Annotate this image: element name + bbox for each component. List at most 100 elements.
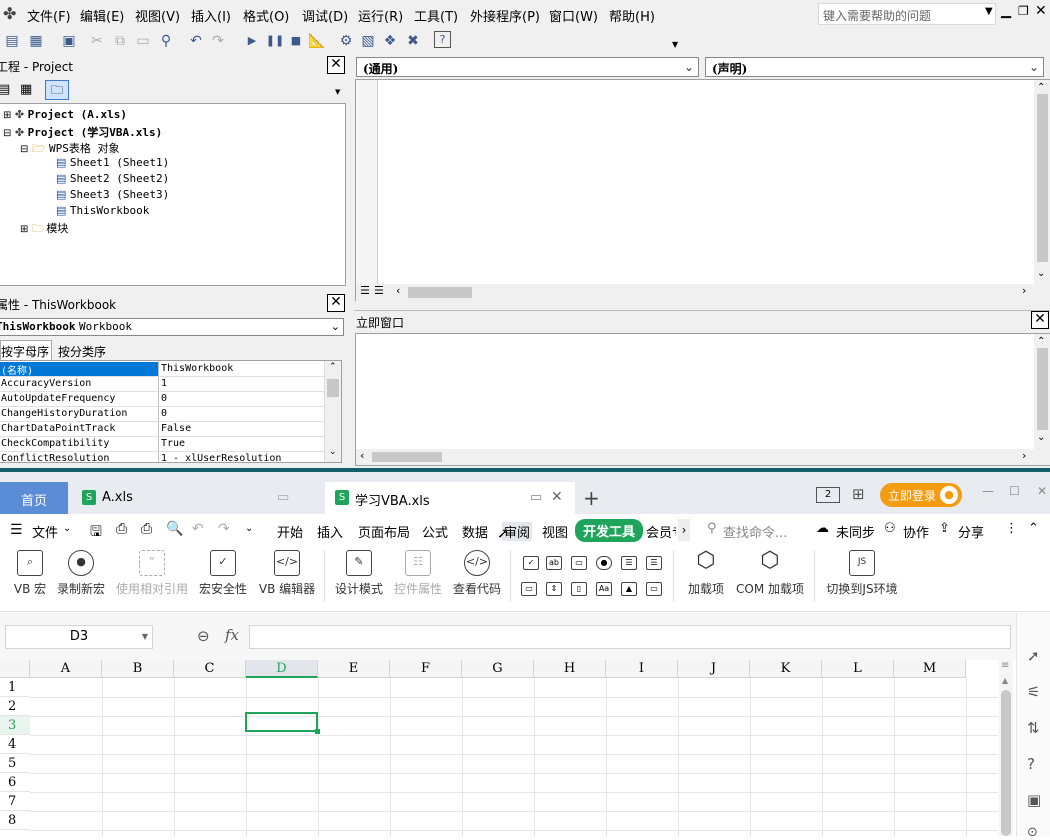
immediate-window-text[interactable]: ⌃ ⌄ ‹ › xyxy=(355,333,1050,466)
menu-run[interactable]: 运行(R) xyxy=(358,6,403,25)
scroll-up-icon[interactable]: ⌃ xyxy=(329,362,337,372)
row-header-5[interactable]: 5 xyxy=(0,754,30,773)
column-header-e[interactable]: E xyxy=(318,660,390,678)
row-header-7[interactable]: 7 xyxy=(0,792,30,811)
scroll-right-icon[interactable]: › xyxy=(1022,449,1026,462)
tab-data[interactable]: 数据 xyxy=(462,522,488,541)
collaborate-button[interactable]: 协作 xyxy=(903,522,929,541)
close-icon[interactable]: ✕ xyxy=(1035,3,1047,19)
image-control-icon[interactable]: ▲ xyxy=(621,582,637,596)
formula-input[interactable] xyxy=(249,625,1011,649)
row-header-2[interactable]: 2 xyxy=(0,697,30,716)
design-mode-icon[interactable]: 📐 xyxy=(307,31,327,51)
scroll-thumb[interactable] xyxy=(327,379,339,397)
toolbar-options-icon[interactable]: ▼ xyxy=(672,40,678,49)
tab-study-vba[interactable]: S 学习VBA.xls ▭ ✕ xyxy=(325,482,575,514)
column-header-d[interactable]: D xyxy=(246,660,318,678)
insert-userform-icon[interactable]: ▦ xyxy=(26,31,46,51)
view-code-icon[interactable]: ▤ xyxy=(0,82,10,97)
vb-macro-button[interactable]: ⌕ VB 宏 xyxy=(10,550,50,597)
share-button[interactable]: 分享 xyxy=(958,522,984,541)
control-properties-button[interactable]: ☷ 控件属性 xyxy=(391,550,445,597)
view-code-button[interactable]: </> 查看代码 xyxy=(450,550,504,597)
spin-control-icon[interactable]: ⇕ xyxy=(546,582,562,596)
minimize-icon[interactable]: — xyxy=(982,484,994,498)
menu-window[interactable]: 窗口(W) xyxy=(549,6,598,25)
scroll-left-icon[interactable]: ‹ xyxy=(360,449,364,462)
scroll-left-icon[interactable]: ‹ xyxy=(396,284,400,297)
macro-security-button[interactable]: ✓ 宏安全性 xyxy=(196,550,250,597)
tab-member[interactable]: 会员专 xyxy=(646,522,676,541)
select-pointer-icon[interactable]: ➚ xyxy=(1027,647,1040,665)
undo-icon[interactable]: ↶ xyxy=(186,31,206,51)
save-icon[interactable]: ▣ xyxy=(59,31,79,51)
column-header-a[interactable]: A xyxy=(30,660,102,678)
collapse-ribbon-icon[interactable]: ⌃ xyxy=(1028,521,1039,536)
name-box-dropdown-icon[interactable]: ▼ xyxy=(142,626,148,648)
insert-function-button[interactable]: fx xyxy=(225,626,239,644)
scroll-up-icon[interactable]: ⌃ xyxy=(1037,82,1045,93)
tab-window-icon[interactable]: ▭ xyxy=(530,490,542,505)
checkbox-control-icon[interactable]: ✓ xyxy=(523,556,539,570)
toolbox-icon[interactable]: ✖ xyxy=(403,31,423,51)
vb-editor-button[interactable]: </> VB 编辑器 xyxy=(256,550,318,597)
column-header-h[interactable]: H xyxy=(534,660,606,678)
code-object-combo[interactable]: (通用) ⌄ xyxy=(356,57,699,77)
menu-file[interactable]: 文件(F) xyxy=(27,6,71,25)
menu-view[interactable]: 视图(V) xyxy=(135,6,180,25)
menu-format[interactable]: 格式(O) xyxy=(243,6,289,25)
scroll-right-icon[interactable]: › xyxy=(1022,284,1026,297)
scroll-thumb[interactable] xyxy=(1037,94,1048,262)
file-menu-chevron-icon[interactable]: ⌄ xyxy=(63,523,71,534)
zoom-formula-icon[interactable]: ⊖ xyxy=(197,627,210,645)
tab-view[interactable]: 视图 xyxy=(542,522,568,541)
full-module-view-icon[interactable]: ☰ xyxy=(374,284,384,297)
properties-object-combo[interactable]: ThisWorkbook Workbook ⌄ xyxy=(0,318,344,336)
object-browser-icon[interactable]: ❖ xyxy=(380,31,400,51)
reset-icon[interactable]: ■ xyxy=(286,31,306,51)
export-pdf-icon[interactable]: ⎙ xyxy=(116,521,127,537)
column-header-i[interactable]: I xyxy=(606,660,678,678)
more-tools-icon[interactable]: ⊙ xyxy=(1027,825,1038,840)
code-editor[interactable]: ⌃ ⌄ ☰ ☰ ‹ › xyxy=(355,79,1050,301)
tree-sheet2[interactable]: ▤ Sheet2 (Sheet2) xyxy=(56,172,169,185)
close-icon[interactable]: ✕ xyxy=(1037,484,1047,498)
tab-alphabetic[interactable]: 按字母序 xyxy=(0,340,52,360)
adjust-icon[interactable]: ⚟ xyxy=(1027,683,1040,701)
tab-insert[interactable]: 插入 xyxy=(317,522,343,541)
combobox-control-icon[interactable]: ☰ xyxy=(646,556,662,570)
properties-scrollbar[interactable]: ⌃ ⌄ xyxy=(324,361,341,462)
switch-js-button[interactable]: JS 切换到JS环境 xyxy=(822,550,902,597)
code-vscrollbar[interactable]: ⌃ ⌄ xyxy=(1034,80,1050,285)
paste-icon[interactable]: ▭ xyxy=(133,31,153,51)
quick-access-more-icon[interactable]: ⌄ xyxy=(245,523,253,534)
prop-row[interactable]: AccuracyVersion 1 xyxy=(0,377,324,392)
scroll-up-icon[interactable]: ⌃ xyxy=(1037,336,1045,347)
name-box[interactable]: D3 ▼ xyxy=(5,625,153,649)
column-header-j[interactable]: J xyxy=(678,660,750,678)
scroll-thumb[interactable] xyxy=(1037,348,1048,430)
run-icon[interactable]: ▶ xyxy=(242,31,262,51)
radio-control-icon[interactable]: ● xyxy=(596,556,612,570)
project-pane-close-button[interactable]: ✕ xyxy=(327,56,345,74)
prop-row[interactable]: CheckCompatibility True xyxy=(0,437,324,452)
com-addins-button[interactable]: ⬡ COM 加载项 xyxy=(733,550,807,597)
toggle-control-icon[interactable]: ▭ xyxy=(521,582,537,596)
row-header-6[interactable]: 6 xyxy=(0,773,30,792)
tree-project-a[interactable]: ⊞ ✤ Project (A.xls) xyxy=(3,108,127,121)
print-preview-icon[interactable]: 🔍 xyxy=(166,521,183,537)
button-control-icon[interactable]: ▭ xyxy=(571,556,587,570)
help-icon[interactable]: ? xyxy=(434,31,451,48)
scroll-thumb[interactable] xyxy=(408,287,472,298)
print-icon[interactable]: ⎙ xyxy=(141,521,152,537)
cut-icon[interactable]: ✂ xyxy=(87,31,107,51)
code-hscrollbar[interactable]: ☰ ☰ ‹ › xyxy=(356,284,1050,301)
transform-icon[interactable]: ⇅ xyxy=(1027,719,1040,737)
tab-formulas[interactable]: 公式 xyxy=(422,522,448,541)
scroll-down-icon[interactable]: ⌄ xyxy=(1037,268,1045,279)
window-layout-icon[interactable]: 2 xyxy=(816,487,840,503)
help-dropdown-icon[interactable]: ▼ xyxy=(985,6,993,17)
immediate-hscrollbar[interactable]: ‹ › xyxy=(356,449,1050,465)
menu-insert[interactable]: 插入(I) xyxy=(191,6,231,25)
column-header-k[interactable]: K xyxy=(750,660,822,678)
